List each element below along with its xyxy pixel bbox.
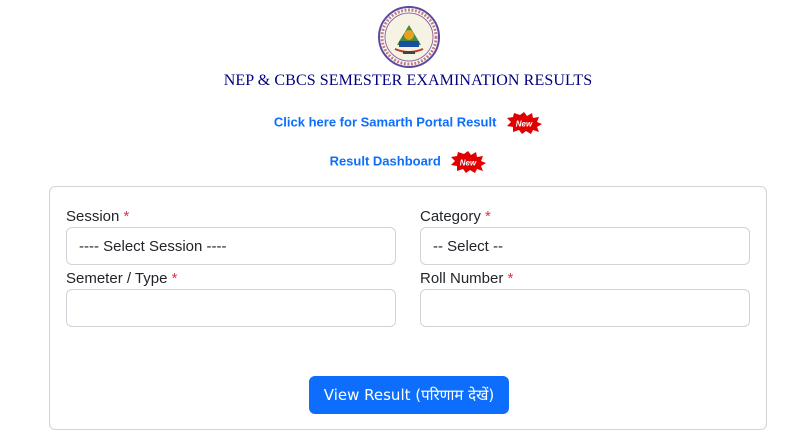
university-logo [378, 6, 440, 68]
dashboard-link-row: Result Dashboard New [0, 151, 801, 173]
session-label: Session * [66, 208, 130, 225]
result-form-card: Session * ---- Select Session ---- Categ… [49, 186, 767, 430]
samarth-portal-link[interactable]: Click here for Samarth Portal Result [274, 114, 497, 129]
new-badge-text: New [460, 159, 477, 168]
new-badge-text: New [516, 120, 533, 129]
new-badge-icon: New [451, 151, 487, 173]
session-select[interactable]: ---- Select Session ---- [66, 227, 396, 265]
result-dashboard-link[interactable]: Result Dashboard [330, 153, 441, 168]
category-select[interactable]: -- Select -- [420, 227, 750, 265]
roll-number-input[interactable] [420, 289, 750, 327]
semester-label: Semeter / Type * [66, 270, 178, 287]
category-label: Category * [420, 208, 491, 225]
roll-number-label: Roll Number * [420, 270, 514, 287]
page-title: NEP & CBCS SEMESTER EXAMINATION RESULTS [223, 72, 593, 89]
new-badge-icon: New [507, 112, 543, 134]
semester-select[interactable] [66, 289, 396, 327]
view-result-button[interactable]: View Result (परिणाम देखें) [309, 376, 509, 414]
samarth-link-row: Click here for Samarth Portal Result New [0, 112, 801, 134]
